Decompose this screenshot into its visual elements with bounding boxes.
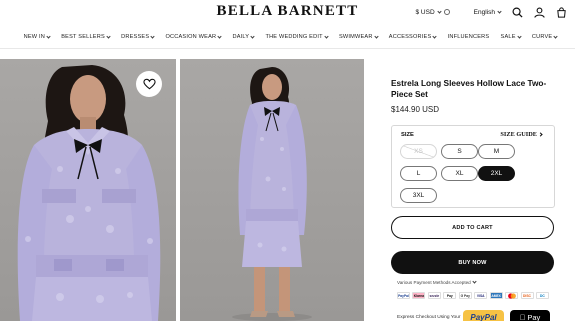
account-icon[interactable] xyxy=(533,6,545,18)
size-selector: SIZE SIZE GUIDE XS S M L XL 2XL 3XL xyxy=(391,125,555,208)
chevron-down-icon[interactable] xyxy=(472,279,477,284)
product-price: $144.90 USD xyxy=(391,105,440,114)
chevron-down-icon xyxy=(437,8,442,14)
nav-item-label: ACCESSORIES xyxy=(388,34,432,40)
model-closeup-illustration xyxy=(17,65,161,321)
chevron-down-icon xyxy=(432,33,438,39)
nav-item-label: DAILY xyxy=(232,34,250,40)
nav-item-label: DRESSES xyxy=(121,34,150,40)
size-option-m[interactable]: M xyxy=(478,144,515,159)
language-label: English xyxy=(473,8,495,16)
size-option-2xl[interactable]: 2XL xyxy=(478,166,515,181)
nav-item-label: THE WEDDING EDIT xyxy=(265,34,323,40)
nav-item-sale[interactable]: SALE xyxy=(500,33,522,40)
apple-icon:  xyxy=(520,313,526,321)
payment-methods-text: Various Payment Methods Accepted xyxy=(397,280,471,285)
applepay-card-icon: Pay xyxy=(443,292,457,299)
chevron-down-icon xyxy=(217,33,222,39)
chevron-down-icon xyxy=(324,33,329,39)
amex-icon: AMEX xyxy=(489,292,503,299)
payment-methods-note: Various Payment Methods Accepted xyxy=(397,279,477,285)
size-guide-label: SIZE GUIDE xyxy=(500,131,537,138)
apple-pay-button[interactable]:  Pay xyxy=(510,310,550,321)
nav-divider xyxy=(0,48,575,49)
nav-item-label: NEW IN xyxy=(23,34,46,40)
discover-icon: DISC xyxy=(520,292,534,299)
nav-item-curve[interactable]: CURVE xyxy=(531,33,558,40)
site-header: BELLA BARNETT $ USD English xyxy=(0,0,575,26)
model-full-illustration xyxy=(232,67,312,321)
product-title: Estrela Long Sleeves Hollow Lace Two-Pie… xyxy=(391,78,547,99)
nav-item-label: BEST SELLERS xyxy=(61,34,105,40)
search-icon[interactable] xyxy=(511,6,523,18)
paypal-checkout-button[interactable]: PayPal xyxy=(463,310,504,321)
nav-item-best-sellers[interactable]: BEST SELLERS xyxy=(61,33,111,40)
chevron-down-icon xyxy=(373,33,379,39)
chevron-down-icon xyxy=(106,33,111,39)
nav-item-label: CURVE xyxy=(531,34,553,40)
product-info: Estrela Long Sleeves Hollow Lace Two-Pie… xyxy=(391,78,555,114)
gpay-card-icon: G Pay xyxy=(458,292,472,299)
currency-label: $ USD xyxy=(415,8,435,16)
chevron-down-icon xyxy=(250,33,255,39)
product-image-full-length[interactable] xyxy=(180,59,364,321)
chevron-down-icon xyxy=(553,33,558,39)
nav-item-the-wedding-edit[interactable]: THE WEDDING EDIT xyxy=(265,33,329,40)
size-option-xl[interactable]: XL xyxy=(441,166,478,181)
size-option-s[interactable]: S xyxy=(441,144,478,159)
size-label: SIZE xyxy=(401,132,414,138)
chevron-right-icon xyxy=(538,132,543,137)
nav-item-label: SALE xyxy=(500,34,516,40)
info-icon[interactable] xyxy=(443,9,450,15)
size-guide-link[interactable]: SIZE GUIDE xyxy=(500,131,543,138)
express-checkout-label: Express Checkout Using Your xyxy=(397,315,461,320)
mastercard-icon xyxy=(505,292,519,299)
visa-icon: VISA xyxy=(474,292,488,299)
nav-item-influencers[interactable]: INFLUENCERS xyxy=(448,34,490,40)
chevron-down-icon xyxy=(46,33,51,39)
size-option-l[interactable]: L xyxy=(400,166,437,181)
klarna-icon: Klarna xyxy=(412,292,426,299)
add-to-cart-button[interactable]: ADD TO CART xyxy=(391,216,554,239)
nav-item-occasion-wear[interactable]: OCCASION WEAR xyxy=(165,33,222,40)
chevron-down-icon xyxy=(517,33,522,39)
nav-item-accessories[interactable]: ACCESSORIES xyxy=(388,33,438,40)
nav-item-new-in[interactable]: NEW IN xyxy=(23,33,51,40)
size-option-3xl[interactable]: 3XL xyxy=(400,188,437,203)
chevron-down-icon xyxy=(150,33,155,39)
currency-selector[interactable]: $ USD xyxy=(416,9,450,16)
paypal-card-icon: PayPal xyxy=(397,292,410,299)
language-selector[interactable]: English xyxy=(473,8,502,16)
size-option-xs[interactable]: XS xyxy=(400,144,437,159)
nav-item-label: INFLUENCERS xyxy=(447,34,490,40)
diners-icon: DC xyxy=(535,292,549,299)
nav-item-label: OCCASION WEAR xyxy=(165,34,217,40)
nav-item-daily[interactable]: DAILY xyxy=(232,33,255,40)
nav-item-label: SWIMWEAR xyxy=(338,34,373,40)
buy-now-button[interactable]: BUY NOW xyxy=(391,251,554,274)
chevron-down-icon xyxy=(497,8,502,14)
apple-pay-label: Pay xyxy=(524,313,540,321)
header-utilities: $ USD English xyxy=(416,6,567,18)
nav-item-dresses[interactable]: DRESSES xyxy=(121,33,155,40)
heart-icon xyxy=(142,78,156,90)
main-nav: NEW IN BEST SELLERS DRESSES OCCASION WEAR DA… xyxy=(0,30,575,44)
wishlist-button[interactable] xyxy=(136,71,162,97)
sezzle-icon: sezzle xyxy=(427,292,441,299)
cart-icon[interactable] xyxy=(555,6,567,18)
payment-icons-row: PayPal Klarna sezzle Pay G Pay VISA AMEX DISC DC xyxy=(397,292,549,299)
product-image-front-closeup[interactable] xyxy=(0,59,176,321)
nav-item-swimwear[interactable]: SWIMWEAR xyxy=(338,33,379,40)
